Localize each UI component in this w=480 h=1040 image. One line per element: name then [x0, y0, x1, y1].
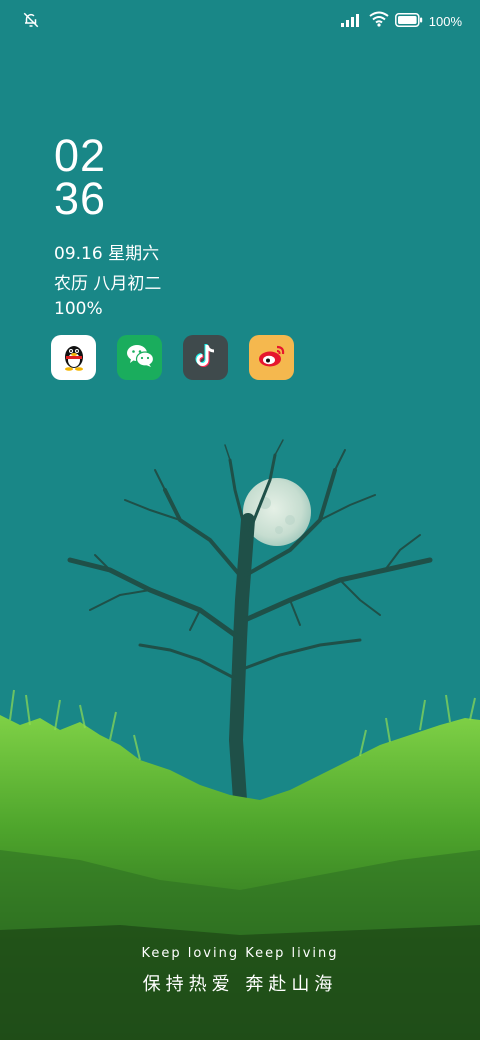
weibo-icon: [257, 343, 287, 373]
wechat-shortcut[interactable]: [117, 335, 162, 380]
battery-line: 100%: [54, 299, 103, 319]
qq-penguin-icon: [60, 341, 88, 375]
status-bar: 100%: [0, 0, 480, 42]
tiktok-shortcut[interactable]: [183, 335, 228, 380]
battery-percentage: 100%: [428, 13, 462, 29]
qq-shortcut[interactable]: [51, 335, 96, 380]
clock-minutes: 36: [54, 173, 107, 224]
lock-screen: 100% 02 36 09.16 星期六 农历 八月初二 100% Keep l…: [0, 0, 480, 1040]
app-shortcuts: [51, 335, 294, 380]
lunar-date-line: 农历 八月初二: [54, 274, 162, 294]
clock-hours: 02: [54, 130, 107, 181]
bell-muted-icon: [22, 11, 42, 31]
slogan-chinese: 保持热爱 奔赴山海: [142, 974, 338, 995]
wechat-icon: [125, 343, 155, 373]
wifi-icon: [369, 11, 389, 31]
clock: 02 36: [54, 130, 107, 224]
slogan-english: Keep loving Keep living: [141, 946, 339, 961]
cellular-signal-icon: [340, 12, 363, 31]
date-line: 09.16 星期六: [54, 244, 160, 264]
battery-icon: [394, 12, 423, 31]
weibo-shortcut[interactable]: [249, 335, 294, 380]
tiktok-icon: [194, 343, 218, 373]
